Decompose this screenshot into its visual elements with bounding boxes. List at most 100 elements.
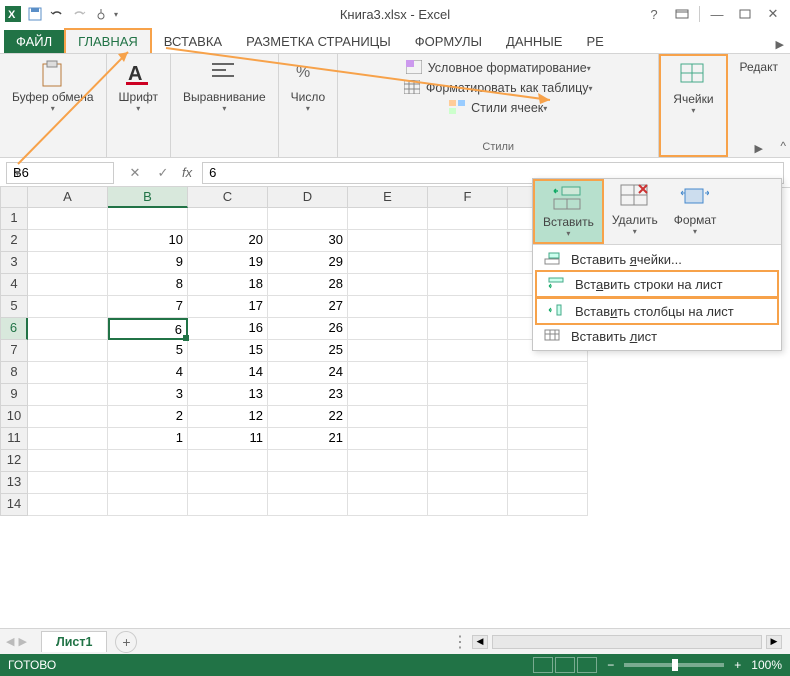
menu-insert-cells[interactable]: Вставить ячейки... <box>533 247 781 271</box>
editing-button[interactable]: Редакт <box>736 58 782 76</box>
sheet-nav-next[interactable]: ▶ <box>18 635 26 648</box>
cell[interactable]: 2 <box>108 406 188 428</box>
cell[interactable] <box>28 450 108 472</box>
ribbon-display-icon[interactable] <box>669 4 695 24</box>
cell[interactable] <box>268 472 348 494</box>
select-all-corner[interactable] <box>0 186 28 208</box>
cell[interactable] <box>28 472 108 494</box>
cell[interactable]: 19 <box>188 252 268 274</box>
tab-review[interactable]: РЕ <box>574 30 615 53</box>
tab-data[interactable]: ДАННЫЕ <box>494 30 574 53</box>
insert-split-button[interactable]: Вставить ▾ <box>533 179 604 244</box>
cell[interactable]: 12 <box>188 406 268 428</box>
cell[interactable] <box>348 252 428 274</box>
cell[interactable] <box>28 406 108 428</box>
cell[interactable]: 27 <box>268 296 348 318</box>
cell[interactable] <box>428 340 508 362</box>
col-header[interactable]: C <box>188 186 268 208</box>
cell[interactable] <box>268 494 348 516</box>
number-button[interactable]: % Число ▾ <box>287 58 330 115</box>
cell[interactable] <box>508 406 588 428</box>
cell-styles-button[interactable]: Стили ячеек▾ <box>449 98 547 118</box>
cell[interactable] <box>428 472 508 494</box>
col-header[interactable]: B <box>108 186 188 208</box>
tab-file[interactable]: ФАЙЛ <box>4 30 64 53</box>
conditional-formatting-button[interactable]: Условное форматирование▾ <box>406 58 591 78</box>
cell[interactable] <box>28 208 108 230</box>
cell[interactable] <box>348 406 428 428</box>
zoom-in[interactable]: + <box>734 658 741 672</box>
minimize-button[interactable]: — <box>704 4 730 24</box>
cell[interactable] <box>28 384 108 406</box>
cancel-icon[interactable]: ✕ <box>126 164 144 182</box>
cell[interactable]: 30 <box>268 230 348 252</box>
zoom-out[interactable]: − <box>607 658 614 672</box>
qat-customize-icon[interactable]: ▾ <box>114 10 118 19</box>
cell[interactable]: 5 <box>108 340 188 362</box>
close-button[interactable]: ✕ <box>760 4 786 24</box>
cell[interactable]: 20 <box>188 230 268 252</box>
cell[interactable] <box>28 362 108 384</box>
cell[interactable]: 8 <box>108 274 188 296</box>
row-header[interactable]: 2 <box>0 230 28 252</box>
col-header[interactable]: A <box>28 186 108 208</box>
cell[interactable] <box>348 340 428 362</box>
cell[interactable]: 4 <box>108 362 188 384</box>
tab-insert[interactable]: ВСТАВКА <box>152 30 234 53</box>
cell[interactable] <box>508 428 588 450</box>
help-icon[interactable]: ? <box>641 4 667 24</box>
row-header[interactable]: 10 <box>0 406 28 428</box>
cell[interactable]: 24 <box>268 362 348 384</box>
tab-formulas[interactable]: ФОРМУЛЫ <box>403 30 494 53</box>
cell[interactable] <box>28 230 108 252</box>
view-page-break[interactable] <box>577 657 597 673</box>
zoom-level[interactable]: 100% <box>751 658 782 672</box>
cell[interactable]: 7 <box>108 296 188 318</box>
cell[interactable]: 29 <box>268 252 348 274</box>
cell[interactable] <box>188 472 268 494</box>
cell[interactable] <box>348 494 428 516</box>
save-icon[interactable] <box>26 5 44 23</box>
row-header[interactable]: 14 <box>0 494 28 516</box>
sheet-tab[interactable]: Лист1 <box>41 631 107 652</box>
undo-icon[interactable] <box>48 5 66 23</box>
cell[interactable] <box>428 252 508 274</box>
cell[interactable] <box>428 406 508 428</box>
sheet-nav-prev[interactable]: ◀ <box>6 635 14 648</box>
cell[interactable] <box>348 230 428 252</box>
menu-insert-sheet[interactable]: Вставить лист <box>533 324 781 348</box>
format-split-button[interactable]: Формат ▾ <box>666 179 725 244</box>
cell[interactable] <box>428 208 508 230</box>
row-header[interactable]: 12 <box>0 450 28 472</box>
cell[interactable]: 22 <box>268 406 348 428</box>
cell[interactable]: 16 <box>188 318 268 340</box>
cell[interactable]: 18 <box>188 274 268 296</box>
cell[interactable] <box>428 428 508 450</box>
cell[interactable]: 3 <box>108 384 188 406</box>
cell[interactable]: 28 <box>268 274 348 296</box>
cell[interactable] <box>28 252 108 274</box>
cells-button[interactable]: Ячейки ▾ <box>669 60 717 117</box>
cell[interactable] <box>428 318 508 340</box>
row-header[interactable]: 4 <box>0 274 28 296</box>
cell[interactable] <box>28 318 108 340</box>
cell[interactable] <box>508 472 588 494</box>
cell[interactable] <box>108 208 188 230</box>
cell[interactable]: 11 <box>188 428 268 450</box>
cell[interactable]: 1 <box>108 428 188 450</box>
cell[interactable]: 6 <box>108 318 188 340</box>
zoom-slider[interactable] <box>624 663 724 667</box>
hscroll-right[interactable]: ▶ <box>766 635 782 649</box>
row-header[interactable]: 8 <box>0 362 28 384</box>
cell[interactable]: 25 <box>268 340 348 362</box>
cell[interactable] <box>348 318 428 340</box>
cell[interactable] <box>28 274 108 296</box>
touch-icon[interactable] <box>92 5 110 23</box>
cell[interactable]: 26 <box>268 318 348 340</box>
cell[interactable]: 23 <box>268 384 348 406</box>
cell[interactable] <box>508 384 588 406</box>
row-header[interactable]: 3 <box>0 252 28 274</box>
cell[interactable] <box>428 362 508 384</box>
cell[interactable] <box>188 494 268 516</box>
cell[interactable] <box>428 450 508 472</box>
